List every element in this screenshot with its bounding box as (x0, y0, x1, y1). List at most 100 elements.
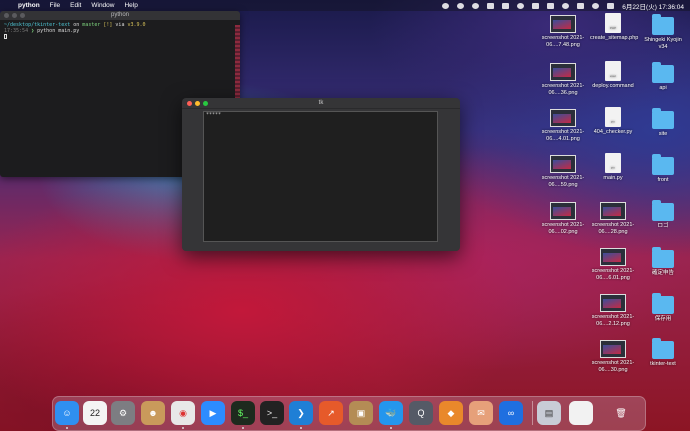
status-icon-1[interactable] (442, 2, 450, 9)
prompt-via: via (115, 22, 125, 28)
close-button[interactable] (4, 13, 9, 18)
dock-running-indicator (390, 427, 392, 429)
sourcetree-icon[interactable]: ◆ (439, 401, 463, 425)
document-icon[interactable] (569, 401, 593, 425)
menu-app-name[interactable]: python (18, 2, 40, 9)
status-icon-3[interactable] (472, 2, 480, 9)
image-thumbnail-icon (550, 63, 576, 81)
desktop-icon-label: ロゴ (657, 223, 669, 229)
status-icon-2[interactable] (457, 2, 465, 9)
desktop-icon-label: screenshot 2021-06....30.png (591, 360, 635, 373)
desktop-icon-screenshot-7[interactable]: screenshot 2021-06....6.01.png (590, 248, 636, 281)
python-file-icon: PY (605, 107, 621, 127)
desktop-icon-screenshot-2[interactable]: screenshot 2021-06....36.png (540, 63, 586, 96)
tk-title-bar[interactable]: tk (182, 98, 460, 109)
menu-file[interactable]: File (50, 2, 60, 9)
folder-icon (652, 154, 674, 175)
desktop-folder-front[interactable]: front (640, 154, 686, 184)
folder-icon (652, 108, 674, 129)
folder-icon (652, 200, 674, 221)
desktop-icon-screenshot-1[interactable]: screenshot 2021-06....7.48.png (540, 15, 586, 48)
status-icon-4[interactable] (487, 2, 495, 9)
desktop-folder-site[interactable]: site (640, 108, 686, 138)
desktop-folder-archive[interactable]: 保存用 (640, 293, 686, 323)
quicktime-icon[interactable]: Q (409, 401, 433, 425)
desktop-icon-label: screenshot 2021-06....02.png (541, 222, 585, 235)
desktop-icon-screenshot-9[interactable]: screenshot 2021-06....30.png (590, 340, 636, 373)
desktop-icon-screenshot-6[interactable]: screenshot 2021-06....28.png (590, 202, 636, 235)
tk-minimize-button[interactable] (195, 100, 200, 106)
chart-app-icon[interactable]: ↗ (319, 401, 343, 425)
system-preferences-icon[interactable]: ⚙ (111, 401, 135, 425)
desktop-icon-404-checker[interactable]: PY 404_checker.py (590, 107, 636, 136)
terminal-body[interactable]: ~/desktop/tkinter-text on master [!] via… (0, 20, 240, 42)
desktop-icon-label: site (658, 131, 668, 137)
desktop-icon-screenshot-3[interactable]: screenshot 2021-06....4.01.png (540, 109, 586, 142)
desktop-folder-shingeki[interactable]: Shingeki Kyojin v34 (640, 14, 686, 50)
menu-edit[interactable]: Edit (70, 2, 81, 9)
control-center-icon[interactable] (577, 2, 585, 9)
tk-maximize-button[interactable] (203, 100, 208, 106)
desktop-icon-label: 保存用 (654, 316, 672, 322)
desktop-icon-screenshot-4[interactable]: screenshot 2021-06....59.png (540, 155, 586, 188)
tk-window-title: tk (318, 100, 324, 106)
maximize-button[interactable] (20, 13, 25, 18)
notification-icon[interactable] (607, 2, 615, 9)
archive-utility-icon[interactable]: ▣ (349, 401, 373, 425)
calendar-icon[interactable]: 22 (83, 401, 107, 425)
minimize-button[interactable] (12, 13, 17, 18)
spotlight-icon[interactable] (592, 2, 600, 9)
status-icon-7[interactable] (532, 2, 540, 9)
dock-running-indicator (182, 427, 184, 429)
trash-icon[interactable]: 🗑 (609, 401, 633, 425)
desktop-folder-tkinter-text[interactable]: tkinter-text (640, 338, 686, 368)
prompt-symbol: ❯ (31, 28, 35, 34)
battery-icon[interactable] (547, 2, 555, 9)
image-thumbnail-icon (600, 248, 626, 266)
desktop-icon-label: screenshot 2021-06....59.png (541, 175, 585, 188)
image-thumbnail-icon (550, 109, 576, 127)
dock-running-indicator (300, 427, 302, 429)
chrome-icon[interactable]: ◉ (171, 401, 195, 425)
desktop-folder-tax[interactable]: 確定申告 (640, 247, 686, 277)
desktop-folder-logo[interactable]: ロゴ (640, 200, 686, 230)
desktop-icon-label: screenshot 2021-06....4.01.png (541, 129, 585, 142)
image-thumbnail-icon (550, 15, 576, 33)
mail-app-icon[interactable]: ✉ (469, 401, 493, 425)
finder-icon[interactable]: ☺ (55, 401, 79, 425)
image-thumbnail-icon (600, 202, 626, 220)
tk-canvas-text: ***** (206, 112, 222, 118)
folder-icon (652, 62, 674, 83)
docker-icon[interactable]: 🐳 (379, 401, 403, 425)
terminal-icon[interactable]: >_ (260, 401, 284, 425)
dock: ☺ 22 ⚙ ☻ ◉ ▶ $_ >_ ❯ ↗ ▣ 🐳 Q ◆ ✉ ∞ ▤ 🗑 (52, 396, 646, 431)
terminal-title: python (110, 12, 129, 18)
contacts-icon[interactable]: ☻ (141, 401, 165, 425)
status-icon-5[interactable] (502, 2, 510, 9)
desktop-icon-screenshot-5[interactable]: screenshot 2021-06....02.png (540, 202, 586, 235)
zoom-icon[interactable]: ▶ (201, 401, 225, 425)
desktop-icon-label: screenshot 2021-06....6.01.png (591, 268, 635, 281)
folder-icon (652, 247, 674, 268)
desktop-icon-create-sitemap[interactable]: PHP create_sitemap.php (590, 13, 638, 42)
image-thumbnail-icon (550, 202, 576, 220)
menu-window[interactable]: Window (91, 2, 114, 9)
menu-help[interactable]: Help (124, 2, 137, 9)
desktop-icon-label: screenshot 2021-06....2.12.png (591, 314, 635, 327)
preview-icon[interactable]: ▤ (537, 401, 561, 425)
tk-close-button[interactable] (187, 100, 192, 106)
tk-text-area[interactable]: ***** (203, 111, 438, 242)
vscode-icon[interactable]: ❯ (289, 401, 313, 425)
desktop-icon-main-py[interactable]: PY main.py (590, 153, 636, 182)
menu-clock[interactable]: 6月22日(火) 17:36:04 (622, 1, 684, 11)
image-thumbnail-icon (600, 294, 626, 312)
desktop-folder-api[interactable]: api (640, 62, 686, 92)
infinity-app-icon[interactable]: ∞ (499, 401, 523, 425)
desktop-icon-screenshot-8[interactable]: screenshot 2021-06....2.12.png (590, 294, 636, 327)
iterm-icon[interactable]: $_ (231, 401, 255, 425)
status-icon-6[interactable] (517, 2, 525, 9)
wifi-icon[interactable] (562, 2, 570, 9)
terminal-title-bar[interactable]: python (0, 11, 240, 20)
tk-window[interactable]: tk ***** (182, 98, 460, 251)
desktop-icon-deploy-command[interactable]: exec deploy.command (590, 61, 636, 90)
